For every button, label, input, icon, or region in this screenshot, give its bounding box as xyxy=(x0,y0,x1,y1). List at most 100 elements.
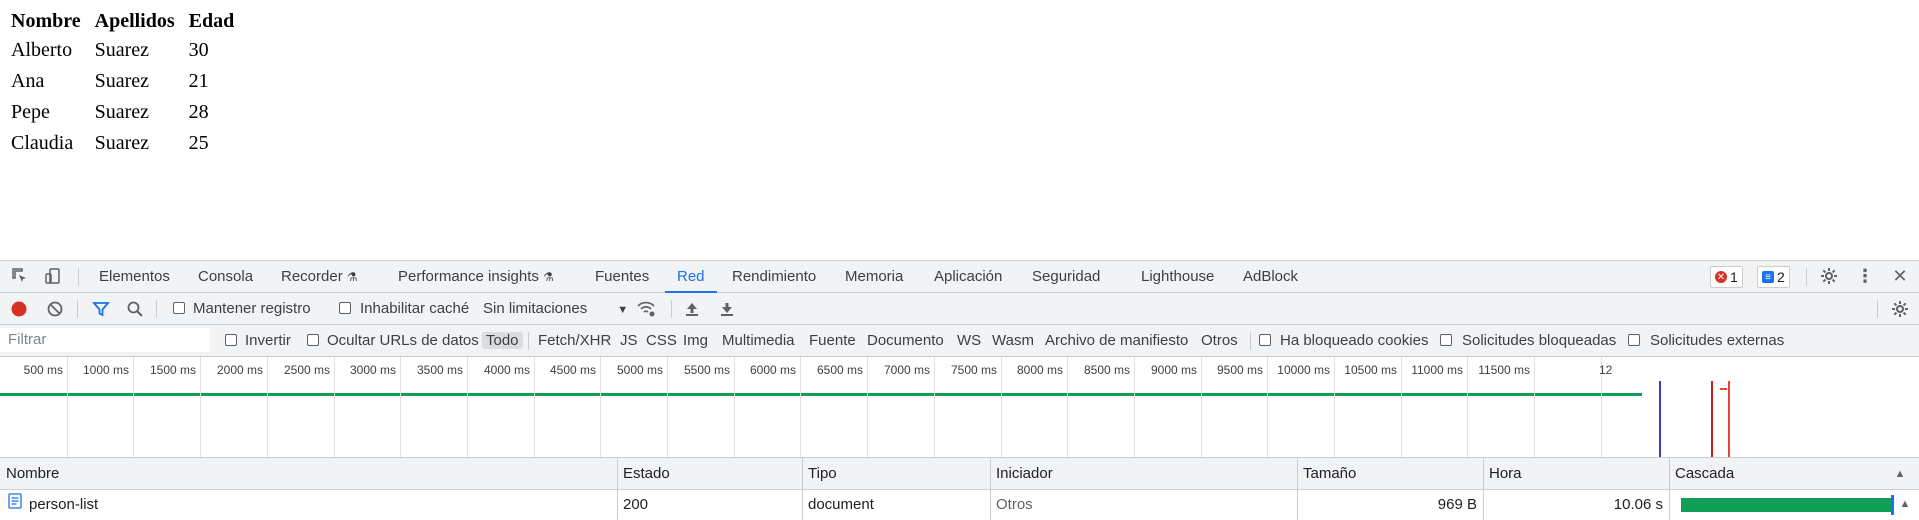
request-size-cell: 969 B xyxy=(1437,496,1477,513)
timeline-tick-label: 5500 ms xyxy=(683,363,730,377)
tab-performance-insights[interactable]: Performance insights ⚗ xyxy=(398,261,554,292)
tab-rendimiento[interactable]: Rendimiento xyxy=(732,261,816,292)
type-filter-manifest[interactable]: Archivo de manifiesto xyxy=(1045,325,1188,356)
settings-gear-icon[interactable] xyxy=(1819,266,1839,286)
table-row: Claudia Suarez 25 xyxy=(9,128,246,159)
blocked-requests-checkbox[interactable] xyxy=(1440,334,1452,346)
column-header-cascada[interactable]: Cascada xyxy=(1669,458,1889,489)
person-table: Nombre Apellidos Edad Alberto Suarez 30 … xyxy=(9,8,246,159)
sort-up-icon[interactable]: ▲ xyxy=(1890,464,1910,484)
type-filter-documento[interactable]: Documento xyxy=(867,325,944,356)
column-header-tipo[interactable]: Tipo xyxy=(802,458,990,489)
header-nombre: Nombre xyxy=(11,10,81,32)
timeline-gridline xyxy=(1467,357,1468,457)
column-header-iniciador[interactable]: Iniciador xyxy=(990,458,1297,489)
tab-memoria[interactable]: Memoria xyxy=(845,261,903,292)
tab-fuentes[interactable]: Fuentes xyxy=(595,261,649,292)
preserve-log-checkbox[interactable] xyxy=(173,302,185,314)
dropdown-arrow-icon: ▼ xyxy=(617,304,629,316)
timeline-tick-label: 8000 ms xyxy=(1016,363,1063,377)
invert-checkbox[interactable] xyxy=(225,334,237,346)
timeline-gridline xyxy=(67,357,68,457)
tab-elementos[interactable]: Elementos xyxy=(99,261,170,292)
timeline-tick-label: 9500 ms xyxy=(1216,363,1263,377)
invert-label: Invertir xyxy=(245,332,291,349)
column-header-hora[interactable]: Hora xyxy=(1483,458,1669,489)
search-icon[interactable] xyxy=(125,299,145,319)
tab-consola[interactable]: Consola xyxy=(198,261,253,292)
record-icon[interactable] xyxy=(9,299,29,319)
timeline-gridline xyxy=(534,357,535,457)
dom-content-loaded-marker xyxy=(1659,381,1661,457)
request-name-cell[interactable]: person-list xyxy=(0,490,617,520)
devtools-tabbar: Elementos Consola Recorder ⚗ Performance… xyxy=(0,260,1919,293)
export-har-icon[interactable] xyxy=(717,299,737,319)
tab-aplicacion[interactable]: Aplicación xyxy=(934,261,1002,292)
column-header-tamano[interactable]: Tamaño xyxy=(1297,458,1483,489)
close-icon[interactable]: ✕ xyxy=(1890,266,1910,286)
hide-data-urls-checkbox[interactable] xyxy=(307,334,319,346)
import-har-icon[interactable] xyxy=(682,299,702,319)
cell-apellidos: Suarez xyxy=(94,101,150,123)
network-settings-gear-icon[interactable] xyxy=(1890,299,1910,319)
timeline-gridline xyxy=(800,357,801,457)
type-filter-js[interactable]: JS xyxy=(620,325,638,356)
device-toolbar-icon[interactable] xyxy=(43,266,63,286)
table-row: Alberto Suarez 30 xyxy=(9,35,246,66)
cell-nombre: Alberto xyxy=(11,39,73,61)
scroll-up-icon[interactable]: ▲ xyxy=(1895,494,1915,514)
tab-red[interactable]: Red xyxy=(665,261,716,293)
cell-apellidos: Suarez xyxy=(94,39,150,61)
cell-edad: 28 xyxy=(188,101,209,123)
type-filter-todo[interactable]: Todo xyxy=(482,332,523,349)
type-filter-multimedia[interactable]: Multimedia xyxy=(722,325,795,356)
request-initiator-cell: Otros xyxy=(996,496,1033,513)
timeline-gridline xyxy=(1534,357,1535,457)
third-party-checkbox[interactable] xyxy=(1628,334,1640,346)
errors-badge[interactable]: ✕ 1 xyxy=(1710,266,1743,288)
cell-edad: 30 xyxy=(188,39,209,61)
timeline-gridline xyxy=(1334,357,1335,457)
column-header-nombre[interactable]: Nombre xyxy=(0,458,617,489)
timeline-gridline xyxy=(734,357,735,457)
column-header-estado[interactable]: Estado xyxy=(617,458,802,489)
type-filter-otros[interactable]: Otros xyxy=(1201,325,1238,356)
timeline-gridline xyxy=(600,357,601,457)
filter-icon[interactable] xyxy=(91,299,111,319)
timeline-tick-label: 9000 ms xyxy=(1150,363,1197,377)
type-filter-ws[interactable]: WS xyxy=(957,325,981,356)
table-row[interactable]: person-list 200 document Otros 969 B 10.… xyxy=(0,490,1919,520)
filter-input[interactable]: Filtrar xyxy=(0,328,210,352)
throttling-select[interactable]: Sin limitaciones ▼ xyxy=(483,293,628,324)
table-header-row: Nombre Apellidos Edad xyxy=(9,8,246,35)
tab-recorder[interactable]: Recorder ⚗ xyxy=(281,261,358,292)
header-apellidos: Apellidos xyxy=(94,10,175,32)
network-conditions-icon[interactable] xyxy=(636,299,656,319)
cell-apellidos: Suarez xyxy=(94,132,150,154)
network-overview-timeline[interactable]: 500 ms 1000 ms 1500 ms 2000 ms 2500 ms 3000 m… xyxy=(0,357,1919,458)
timeline-tick-label: 7000 ms xyxy=(883,363,930,377)
timeline-gridline xyxy=(867,357,868,457)
tab-seguridad[interactable]: Seguridad xyxy=(1032,261,1100,292)
inspect-element-icon[interactable] xyxy=(10,266,30,286)
disable-cache-checkbox[interactable] xyxy=(339,302,351,314)
tab-lighthouse[interactable]: Lighthouse xyxy=(1141,261,1214,292)
timeline-tick-label: 12 xyxy=(1599,363,1613,377)
type-filter-img[interactable]: Img xyxy=(683,325,708,356)
timeline-tick-label: 11500 ms xyxy=(1478,363,1530,377)
type-filter-fuente[interactable]: Fuente xyxy=(809,325,856,356)
timeline-gridline xyxy=(467,357,468,457)
type-filter-css[interactable]: CSS xyxy=(646,325,677,356)
timeline-small-mark xyxy=(1720,388,1727,390)
blocked-cookies-checkbox[interactable] xyxy=(1259,334,1271,346)
timeline-gridline xyxy=(133,357,134,457)
timeline-tick-label: 7500 ms xyxy=(950,363,997,377)
type-filter-wasm[interactable]: Wasm xyxy=(992,325,1034,356)
messages-badge[interactable]: ≡ 2 xyxy=(1757,266,1790,288)
tab-adblock[interactable]: AdBlock xyxy=(1243,261,1298,292)
more-options-icon[interactable]: ⋮ xyxy=(1855,266,1875,286)
cell-edad: 21 xyxy=(188,70,209,92)
type-filter-fetch-xhr[interactable]: Fetch/XHR xyxy=(538,325,611,356)
timeline-gridline xyxy=(667,357,668,457)
clear-icon[interactable] xyxy=(45,299,65,319)
